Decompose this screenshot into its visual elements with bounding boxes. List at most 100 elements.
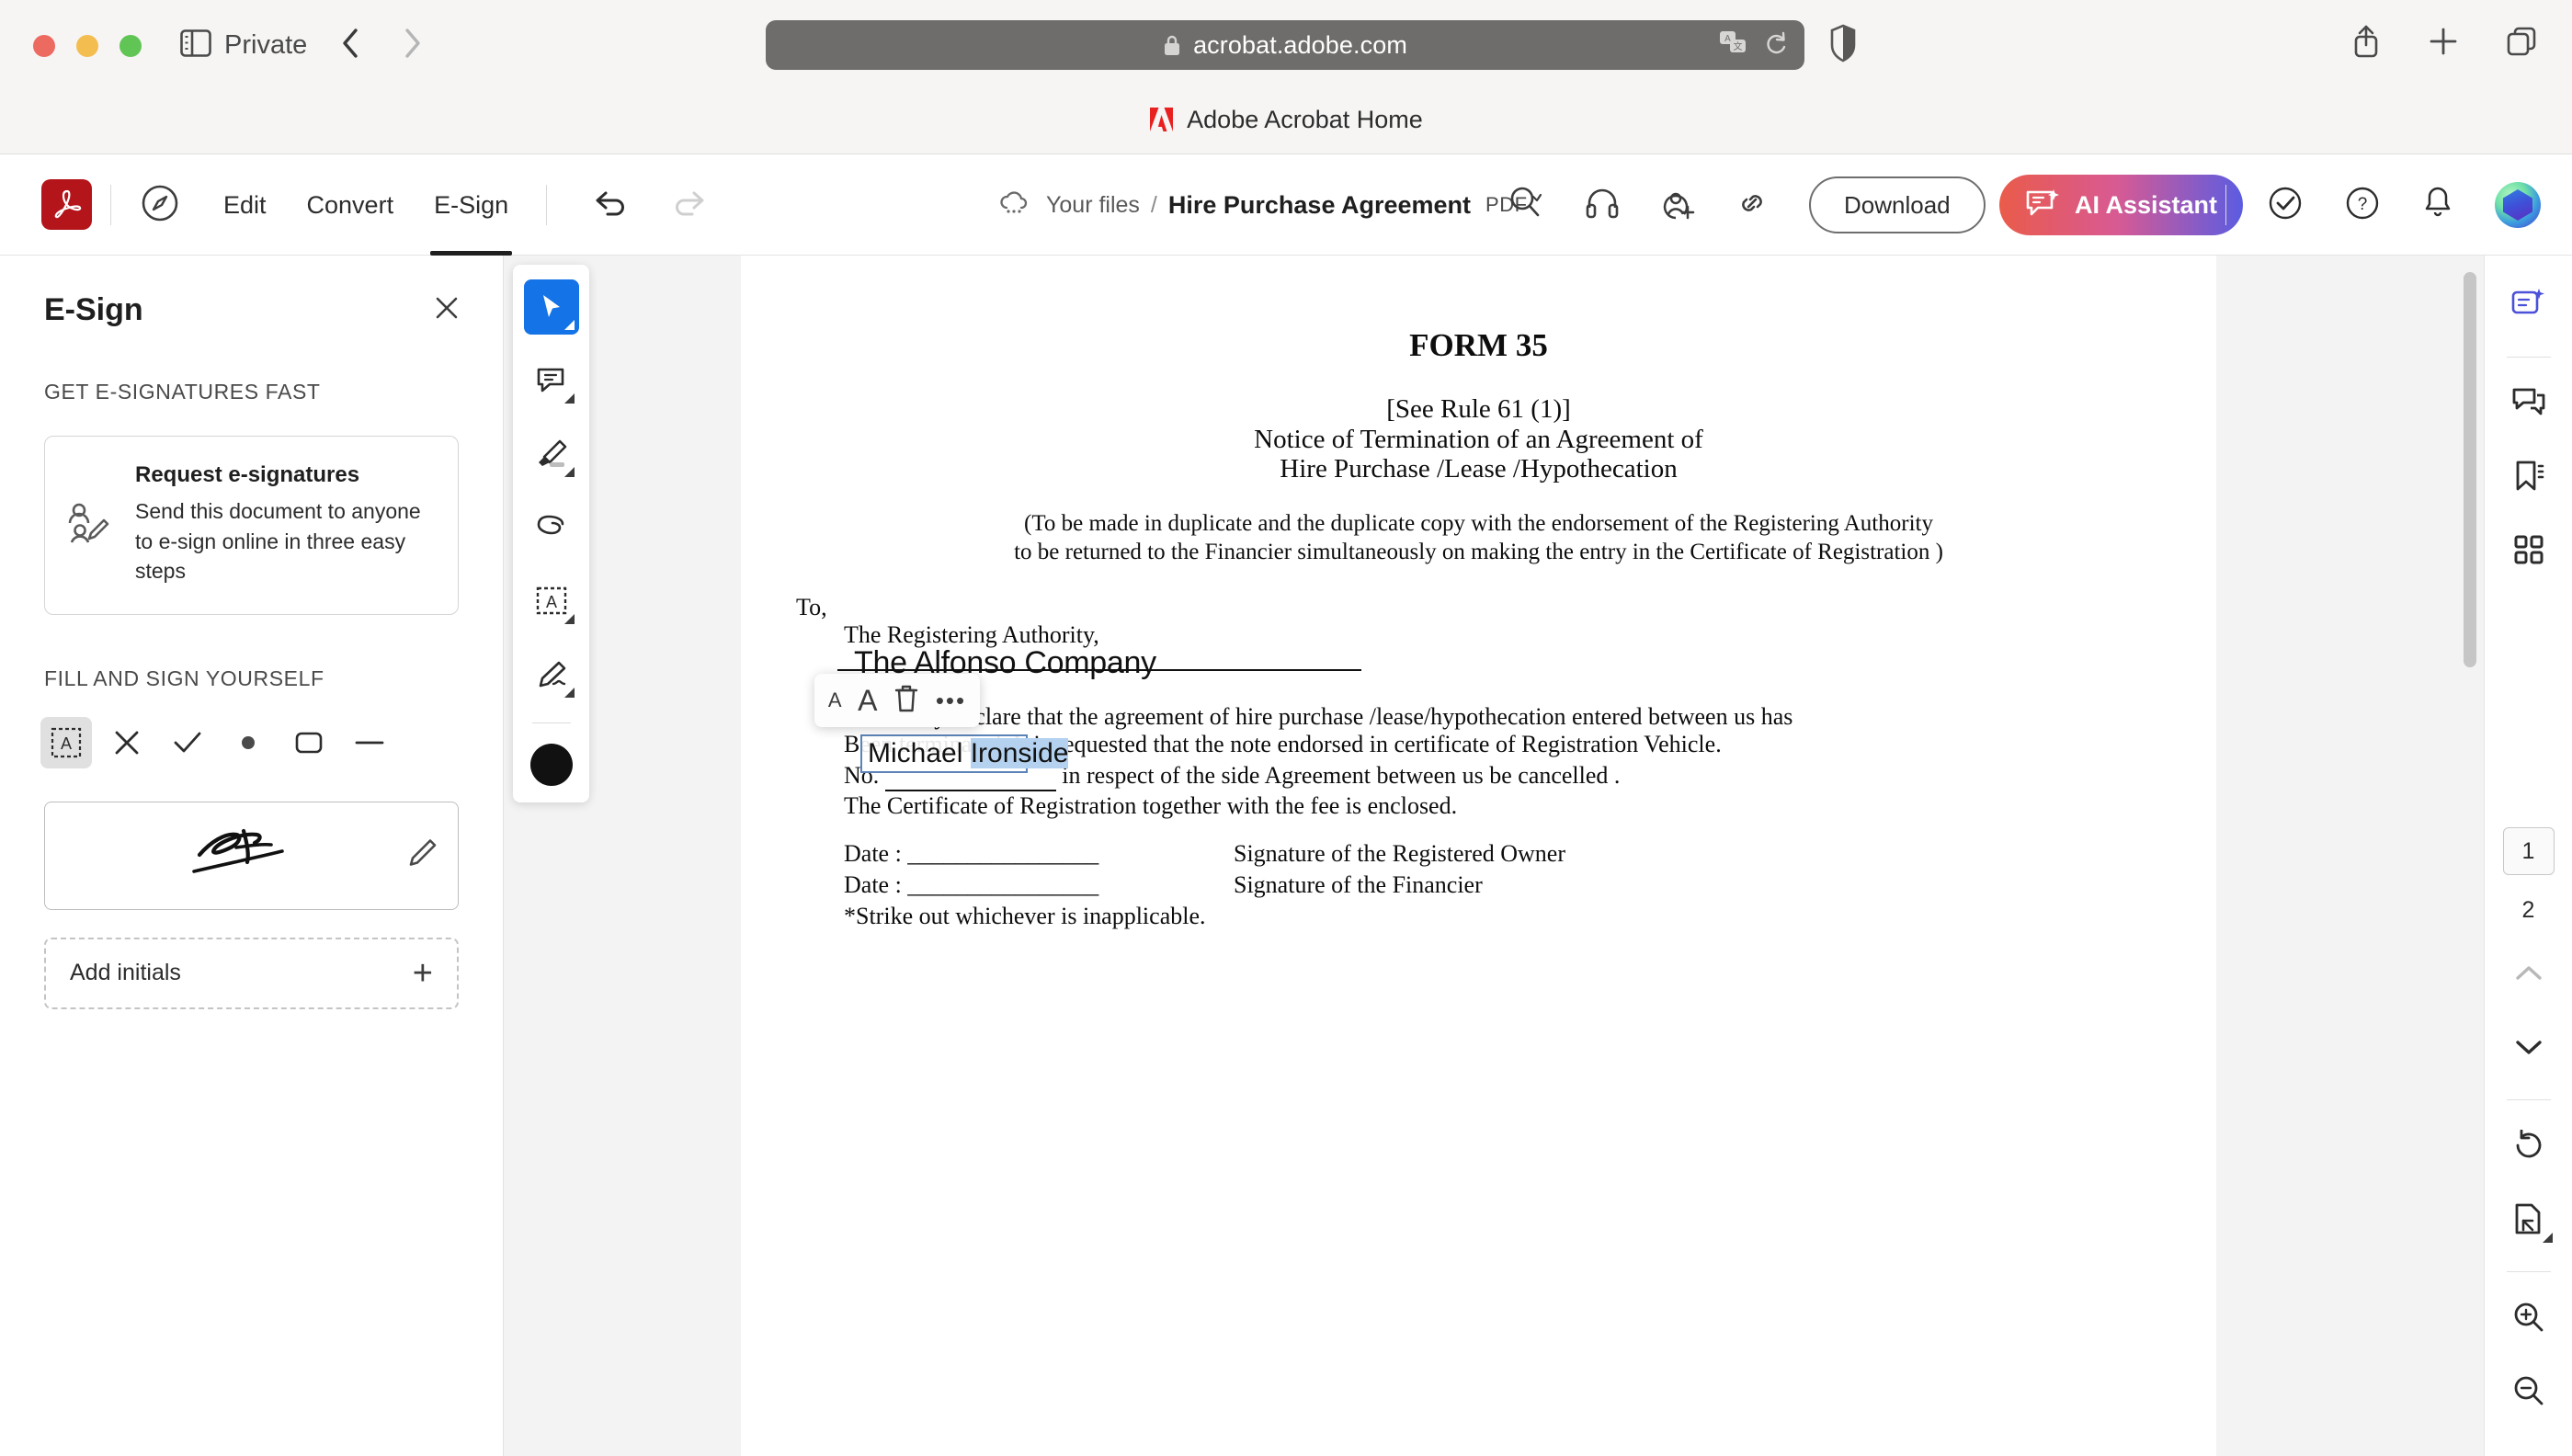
rectangle-tool[interactable] [283, 717, 335, 768]
dot-mark-tool[interactable] [222, 717, 274, 768]
menu-edit[interactable]: Edit [203, 154, 287, 256]
document-scrollbar[interactable] [2464, 272, 2476, 667]
close-icon[interactable] [435, 296, 459, 325]
acrobat-app-bar: Edit Convert E-Sign Your files / Hire Pu… [0, 154, 2572, 256]
close-window-button[interactable] [33, 35, 55, 57]
plus-icon[interactable] [2429, 27, 2458, 61]
active-text-field[interactable]: Michael Ironside [860, 734, 1069, 773]
check-mark-tool[interactable] [162, 717, 213, 768]
comment-tool[interactable] [524, 353, 579, 408]
menu-convert[interactable]: Convert [287, 154, 415, 256]
ai-sparkle-icon [2025, 188, 2060, 223]
fill-sign-tool-row: A [0, 691, 503, 768]
url-text: acrobat.adobe.com [1193, 30, 1407, 59]
divider [546, 185, 547, 225]
bookmarks-icon[interactable] [2500, 448, 2557, 505]
browser-tab[interactable]: Adobe Acrobat Home [0, 85, 2572, 154]
add-text-tool[interactable]: A [524, 574, 579, 629]
download-button[interactable]: Download [1809, 176, 1986, 233]
translate-icon[interactable]: A文 [1719, 30, 1748, 61]
comments-icon[interactable] [2500, 374, 2557, 431]
link-icon[interactable] [1736, 188, 1769, 223]
divider [531, 722, 571, 723]
browser-toolbar-right [2351, 24, 2537, 63]
appbar-right-icons: ? [2225, 154, 2541, 256]
line-tool[interactable] [344, 717, 395, 768]
caret-icon [563, 614, 575, 624]
redo-icon[interactable] [672, 188, 709, 223]
check-circle-icon[interactable] [2267, 185, 2304, 226]
headphones-icon[interactable] [1585, 188, 1620, 223]
ai-summary-icon[interactable] [2500, 276, 2557, 333]
compass-icon[interactable] [141, 184, 179, 227]
share-icon[interactable] [2351, 24, 2381, 63]
fit-page-icon[interactable] [2500, 1190, 2557, 1247]
forward-chevron-icon[interactable] [403, 28, 423, 59]
color-swatch-black[interactable] [529, 744, 573, 786]
breadcrumb-your-files[interactable]: Your files [1046, 192, 1140, 219]
draw-tool[interactable] [524, 500, 579, 555]
context-more-button[interactable]: ••• [936, 687, 966, 715]
text-selected: Ironside [970, 738, 1069, 768]
back-chevron-icon[interactable] [340, 28, 360, 59]
divider [110, 185, 111, 225]
section-get-esignatures: GET E-SIGNATURES FAST [44, 380, 321, 404]
saved-signature-item[interactable] [44, 801, 459, 910]
add-text-tool[interactable]: A [40, 716, 92, 768]
chevron-up-icon[interactable] [2500, 945, 2557, 1002]
user-avatar[interactable] [2495, 182, 2541, 228]
browser-nav-arrows [340, 28, 423, 59]
ai-assistant-label: AI Assistant [2075, 190, 2218, 219]
zoom-out-icon[interactable] [2500, 1362, 2557, 1419]
doc-body-line-4: The Certificate of Registration together… [844, 792, 1458, 819]
doc-rule-ref: [See Rule 61 (1)] [1386, 394, 1571, 424]
text-context-toolbar: A A ••• [814, 674, 980, 727]
highlight-tool[interactable] [524, 427, 579, 482]
svg-text:A: A [545, 593, 556, 611]
add-person-icon[interactable] [1660, 187, 1695, 224]
sidebar-toggle-icon[interactable] [180, 29, 211, 57]
private-browsing-label: Private [224, 30, 308, 60]
search-icon[interactable] [1508, 185, 1544, 226]
document-viewer: A FORM 35 [See Rule 61 (1)] Notice of Te… [504, 256, 2484, 1456]
help-circle-icon[interactable]: ? [2344, 185, 2381, 226]
pencil-icon[interactable] [406, 837, 438, 873]
select-tool[interactable] [523, 279, 579, 335]
increase-font-button[interactable]: A [858, 684, 877, 718]
reload-icon[interactable] [1764, 30, 1788, 61]
rotate-icon[interactable] [2500, 1117, 2557, 1174]
doc-body-line-3-suffix: in respect of the side Agreement between… [1062, 762, 1621, 789]
signature-tool[interactable] [524, 647, 579, 702]
doc-date-line-1: Date : ________________ [844, 840, 1099, 867]
decrease-font-button[interactable]: A [828, 688, 842, 712]
doc-signature-owner: Signature of the Registered Owner [1234, 840, 1566, 867]
add-initials-button[interactable]: Add initials + [44, 937, 459, 1009]
undo-icon[interactable] [591, 188, 628, 223]
doc-signature-financier: Signature of the Financier [1234, 871, 1483, 898]
privacy-shield-icon[interactable] [1829, 24, 1857, 67]
apps-grid-icon[interactable] [2500, 521, 2557, 578]
tab-overview-icon[interactable] [2506, 26, 2537, 62]
page-navigation: 1 2 [2500, 827, 2557, 1456]
doc-subtitle-1: Notice of Termination of an Agreement of [1254, 425, 1703, 454]
trash-icon[interactable] [893, 684, 919, 718]
cross-mark-tool[interactable] [101, 717, 153, 768]
workspace: E-Sign GET E-SIGNATURES FAST Request e-s… [0, 256, 2572, 1456]
minimize-window-button[interactable] [76, 35, 98, 57]
chevron-down-icon[interactable] [2500, 1018, 2557, 1075]
divider [2506, 1271, 2551, 1272]
esign-panel: E-Sign GET E-SIGNATURES FAST Request e-s… [0, 256, 504, 1456]
caret-icon [563, 688, 575, 698]
acrobat-logo[interactable] [41, 179, 92, 230]
bell-icon[interactable] [2421, 185, 2454, 226]
request-esignatures-card[interactable]: Request e-signatures Send this document … [44, 436, 459, 615]
address-bar[interactable]: acrobat.adobe.com A文 [766, 20, 1804, 70]
ai-assistant-button[interactable]: AI Assistant [1999, 175, 2244, 235]
cloud-icon [997, 190, 1030, 221]
caret-icon [563, 467, 575, 477]
zoom-in-icon[interactable] [2500, 1289, 2557, 1346]
maximize-window-button[interactable] [119, 35, 142, 57]
page-button-1[interactable]: 1 [2502, 827, 2555, 875]
menu-esign[interactable]: E-Sign [414, 154, 529, 256]
page-button-2[interactable]: 2 [2503, 886, 2555, 934]
